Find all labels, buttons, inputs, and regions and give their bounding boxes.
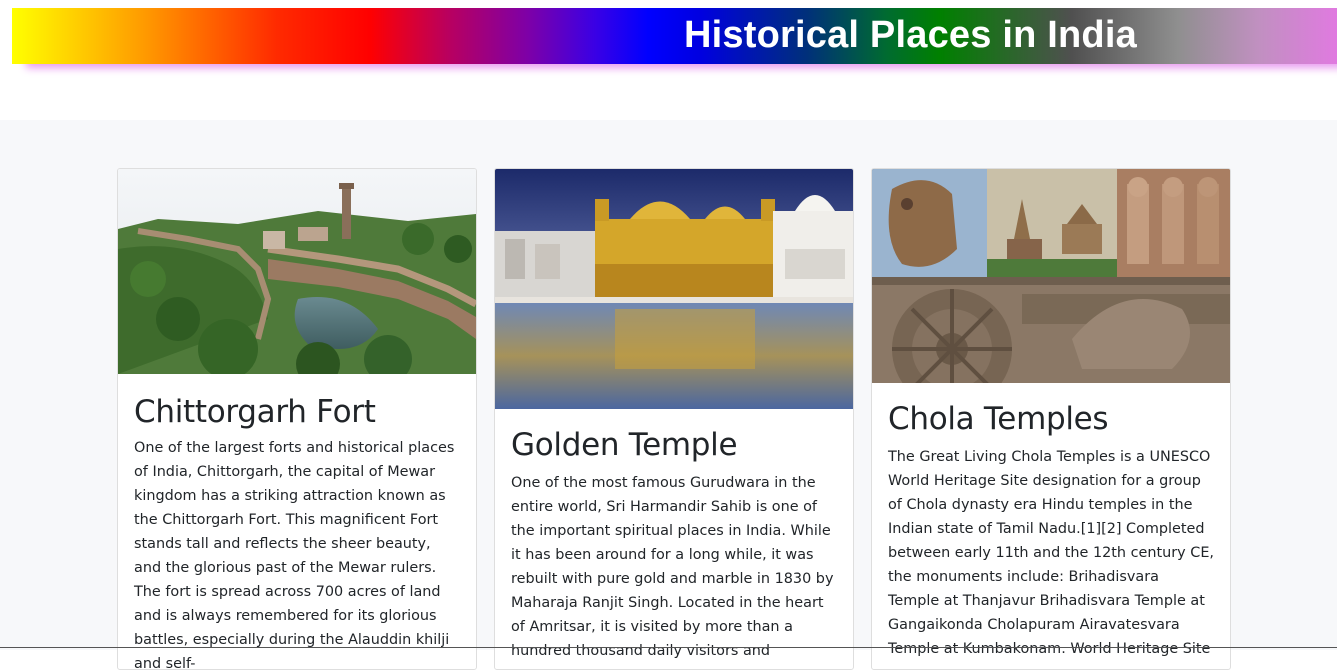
card-text: The Great Living Chola Temples is a UNES… <box>888 449 1214 657</box>
chittorgarh-fort-image <box>118 169 476 374</box>
golden-temple-image <box>495 169 853 409</box>
card-text: One of the most famous Gurudwara in the … <box>511 475 834 659</box>
temple-illustration <box>495 169 853 409</box>
card-title: Golden Temple <box>511 427 738 463</box>
header-banner: Historical Places in India <box>12 8 1337 64</box>
card-body: Golden Temple One of the most famous Gur… <box>495 427 853 663</box>
viewport-divider <box>0 647 1337 648</box>
card-golden-temple: Golden Temple One of the most famous Gur… <box>494 168 854 670</box>
fort-illustration <box>118 169 476 374</box>
card-text: One of the largest forts and historical … <box>134 440 455 670</box>
chola-illustration <box>872 169 1230 383</box>
card-body: Chittorgarh Fort One of the largest fort… <box>118 394 476 670</box>
card-chola-temples: Chola Temples The Great Living Chola Tem… <box>871 168 1231 670</box>
page-title: Historical Places in India <box>684 14 1137 56</box>
chola-temples-image <box>872 169 1230 383</box>
card-title: Chola Temples <box>888 401 1109 437</box>
card-chittorgarh-fort: Chittorgarh Fort One of the largest fort… <box>117 168 477 670</box>
card-body: Chola Temples The Great Living Chola Tem… <box>872 401 1230 661</box>
card-title: Chittorgarh Fort <box>134 394 376 430</box>
